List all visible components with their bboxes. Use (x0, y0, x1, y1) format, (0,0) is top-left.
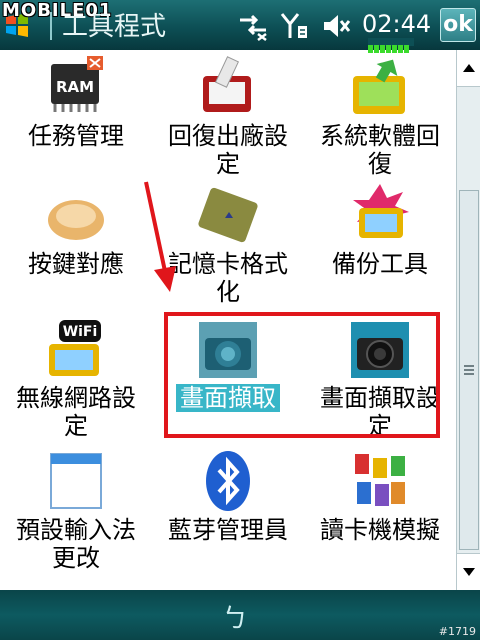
app-item[interactable]: 讀卡機模擬 (304, 446, 456, 578)
app-label-line: 化 (216, 278, 240, 306)
grip-icon (464, 365, 474, 375)
scroll-thumb[interactable] (459, 190, 479, 550)
clock[interactable]: 02:44 (362, 10, 431, 38)
scroll-up-button[interactable] (457, 50, 480, 87)
app-label-line: 任務管理 (28, 122, 124, 150)
signal-icon (280, 13, 307, 38)
factory-reset-icon (195, 54, 261, 120)
ram-icon: RAM (43, 54, 109, 120)
wifi-settings-icon: WiFi (43, 316, 109, 382)
input-method-icon (43, 448, 109, 514)
app-label: 系統軟體回復 (304, 122, 456, 178)
app-label-line: 預設輸入法 (16, 516, 136, 544)
app-label: 無線網路設定 (0, 384, 152, 440)
scroll-down-button[interactable] (457, 553, 480, 590)
volume-mute-icon (324, 15, 351, 37)
app-label-line: 更改 (52, 544, 100, 572)
app-label-line: 回復出廠設 (168, 122, 288, 150)
title-bar: MOBILE01 工具程式 02:44 ok (0, 0, 480, 53)
app-item[interactable]: 系統軟體回復 (304, 50, 456, 182)
system-restore-icon (347, 54, 413, 120)
app-item[interactable]: 備份工具 (304, 182, 456, 314)
chevron-up-icon (463, 64, 475, 72)
softkey-bar: ㄅ #1719 (0, 590, 480, 640)
ram-chip-label: RAM (56, 78, 94, 96)
wifi-badge-label: WiFi (63, 324, 98, 340)
app-item[interactable]: 預設輸入法 更改 (0, 446, 152, 578)
chevron-down-icon (463, 568, 475, 576)
memory-card-icon (195, 182, 261, 248)
app-item[interactable]: WiFi 無線網路設定 (0, 314, 152, 446)
app-label: 回復出廠設定 (152, 122, 304, 178)
app-label-line: 無線網路設 (16, 384, 136, 412)
app-label: 預設輸入法 更改 (0, 516, 152, 572)
app-item[interactable]: 回復出廠設定 (152, 50, 304, 182)
app-label: 備份工具 (304, 250, 456, 278)
title-separator (50, 12, 52, 40)
app-label-line: 定 (216, 150, 240, 178)
app-label-line: 藍芽管理員 (168, 516, 288, 544)
app-item[interactable]: 按鍵對應 (0, 182, 152, 314)
page-title: 工具程式 (62, 12, 167, 42)
app-label-line: 記憶卡格式 (168, 250, 288, 278)
connectivity-icon (240, 14, 267, 41)
app-label-line: 系統軟體回 (320, 122, 440, 150)
battery-icon (368, 38, 414, 53)
center-softkey[interactable]: ㄅ (222, 598, 248, 635)
app-label-line: 復 (368, 150, 392, 178)
bluetooth-icon (195, 448, 261, 514)
app-label: 讀卡機模擬 (304, 516, 456, 544)
annotation-highlight-box (164, 312, 440, 438)
app-label-line: 讀卡機模擬 (320, 516, 440, 544)
app-label: 任務管理 (0, 122, 152, 150)
app-label-line: 定 (64, 412, 88, 440)
app-item[interactable]: 藍芽管理員 (152, 446, 304, 578)
annotation-arrow-icon (144, 181, 176, 292)
scrollbar[interactable] (456, 50, 480, 590)
app-item[interactable]: RAM 任務管理 (0, 50, 152, 182)
image-tag: #1719 (438, 625, 476, 638)
app-label: 藍芽管理員 (152, 516, 304, 544)
app-label-line: 備份工具 (332, 250, 428, 278)
backup-icon (347, 182, 413, 248)
app-label-line: 按鍵對應 (28, 250, 124, 278)
ok-button[interactable]: ok (440, 8, 476, 42)
card-reader-icon (347, 448, 413, 514)
app-label: 按鍵對應 (0, 250, 152, 278)
key-mapping-icon (43, 182, 109, 248)
